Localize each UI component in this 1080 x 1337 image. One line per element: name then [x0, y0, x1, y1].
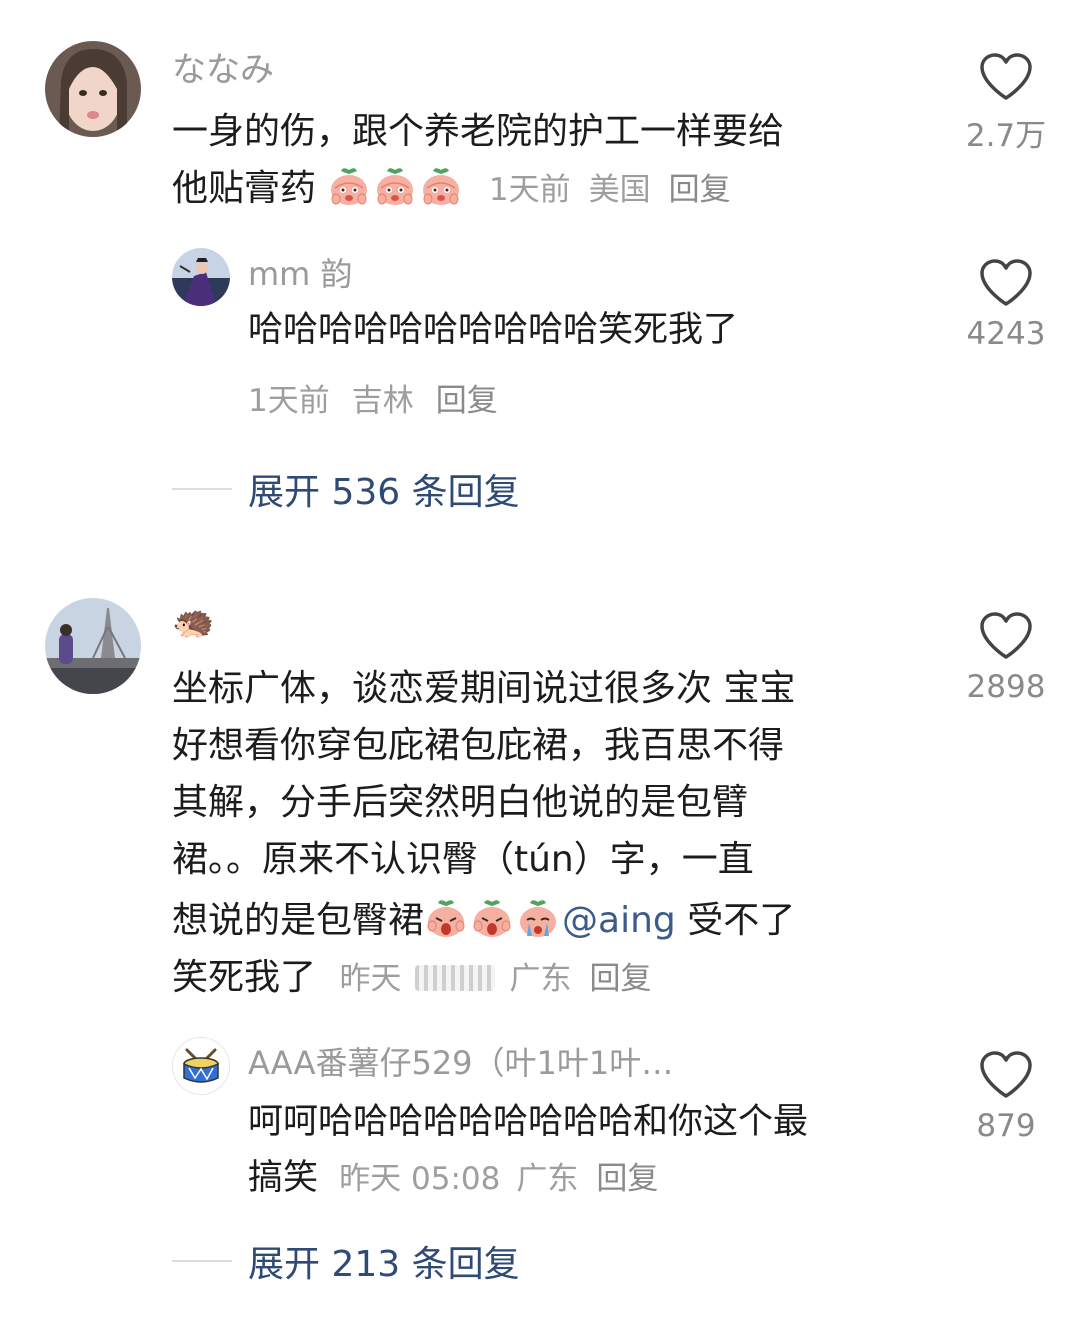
comment-text-segment: 想说的是包臀裙 [172, 900, 425, 941]
comment-time: 1天前 [488, 172, 571, 208]
avatar[interactable] [45, 41, 141, 137]
comment-location: 美国 [588, 172, 651, 208]
expand-replies-label: 展开 536 条回复 [248, 472, 520, 513]
reply-text-line: 搞笑 昨天 05:08 广东 回复 [248, 1150, 938, 1207]
comment-time: 昨天 [339, 961, 402, 997]
avatar[interactable] [172, 248, 230, 306]
blurred-watermark [415, 965, 496, 991]
heart-outline-icon [980, 259, 1032, 306]
heart-outline-icon [980, 53, 1032, 100]
comment-text-line: 他贴膏药 1天前 美国 回复 [172, 160, 932, 219]
comment-text-line: 笑死我了 昨天 广东 回复 [172, 949, 942, 1008]
expand-replies-button[interactable]: 展开 213 条回复 [172, 1236, 520, 1286]
reply-username[interactable]: mm 韵 [248, 249, 353, 295]
reply-text-tail: 搞笑 [248, 1158, 319, 1198]
peach-face-emoji-icon [373, 168, 419, 209]
divider [172, 1260, 232, 1262]
like-button[interactable]: 879 [951, 1050, 1061, 1144]
reply-time: 昨天 05:08 [339, 1161, 501, 1197]
avatar[interactable] [45, 598, 141, 694]
mention-link[interactable]: @aing [562, 900, 676, 941]
reply-button[interactable]: 回复 [596, 1161, 658, 1197]
reply-meta: 1天前 吉林 回复 [248, 375, 520, 420]
comment-text-line: 裙。。原来不认识臀（tún）字，一直 [172, 839, 754, 880]
comment-text-tail: 他贴膏药 [172, 168, 317, 209]
like-button[interactable]: 4243 [951, 258, 1061, 352]
comment-text-line: 坐标广体，谈恋爱期间说过很多次 宝宝 [172, 668, 796, 709]
comment-username[interactable]: ななみ [172, 42, 274, 91]
expand-replies-button[interactable]: 展开 536 条回复 [172, 464, 520, 514]
avatar[interactable] [172, 1037, 230, 1095]
reply-text-line: 呵呵哈哈哈哈哈哈哈哈哈和你这个最 [248, 1102, 809, 1142]
reply-username[interactable]: AAA番薯仔529（叶1叶1叶… [248, 1038, 673, 1084]
peach-face-emoji-icon [327, 168, 373, 209]
reply-text: 呵呵哈哈哈哈哈哈哈哈哈和你这个最 搞笑 昨天 05:08 广东 回复 [248, 1094, 938, 1207]
like-count: 2898 [966, 669, 1046, 705]
comment-location: 广东 [509, 961, 572, 997]
reply-location: 吉林 [351, 383, 414, 419]
peach-cry-emoji-icon [516, 900, 562, 941]
peach-scream-emoji-icon [470, 900, 516, 941]
divider [172, 488, 232, 490]
reply-button[interactable]: 回复 [436, 383, 498, 419]
reply-time: 1天前 [248, 383, 330, 419]
like-button[interactable]: 2898 [951, 611, 1061, 705]
peach-scream-emoji-icon [424, 900, 470, 941]
expand-replies-label: 展开 213 条回复 [248, 1244, 520, 1285]
like-count: 4243 [966, 316, 1046, 352]
comment-text-tail: 笑死我了 [172, 957, 317, 998]
comment-text-line: 一身的伤，跟个养老院的护工一样要给 [172, 111, 785, 152]
comment-text-segment: 受不了 [675, 900, 796, 941]
comment-text: 坐标广体，谈恋爱期间说过很多次 宝宝 好想看你穿包庇裙包庇裙，我百思不得 其解，… [172, 660, 942, 1008]
heart-outline-icon [980, 612, 1032, 659]
reply-button[interactable]: 回复 [589, 961, 651, 997]
comment-text-line: 其解，分手后突然明白他说的是包臂 [172, 782, 749, 823]
comment-text-line: 想说的是包臀裙 @aing 受不了 [172, 892, 942, 949]
reply-button[interactable]: 回复 [669, 172, 731, 208]
comment-text-line: 好想看你穿包庇裙包庇裙，我百思不得 [172, 725, 785, 766]
reply-location: 广东 [516, 1161, 579, 1197]
drum-icon [173, 1038, 229, 1094]
reply-text: 哈哈哈哈哈哈哈哈哈哈笑死我了 [248, 310, 739, 350]
heart-outline-icon [980, 1051, 1032, 1098]
comment-text: 一身的伤，跟个养老院的护工一样要给 他贴膏药 1天前 美国 回复 [172, 103, 932, 219]
peach-face-emoji-icon [419, 168, 465, 209]
like-button[interactable]: 2.7万 [951, 52, 1061, 155]
like-count: 2.7万 [965, 118, 1047, 154]
comment-username[interactable]: 🦔 [172, 602, 214, 642]
like-count: 879 [976, 1108, 1036, 1144]
